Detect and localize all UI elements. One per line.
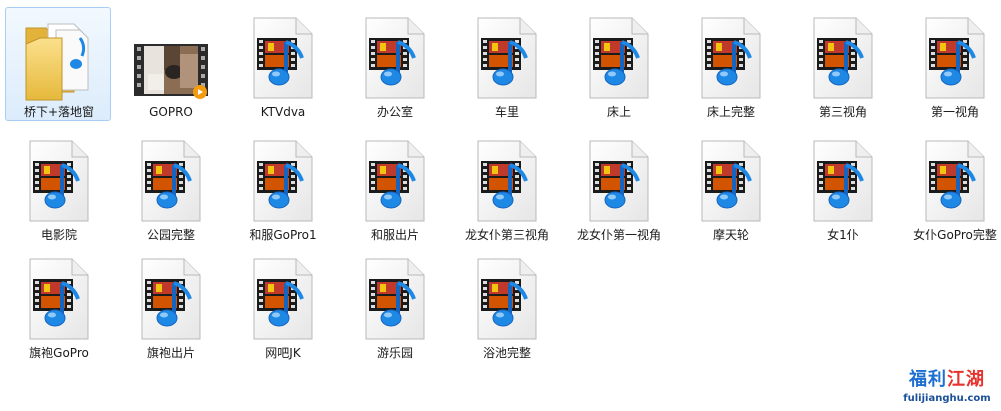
file-name-label: 公园完整	[146, 228, 195, 242]
file-item[interactable]: 摩天轮	[677, 130, 783, 244]
file-item[interactable]: 网吧JK	[229, 248, 335, 362]
folder-item[interactable]: 桥下+落地窗	[5, 7, 111, 121]
file-name-label: 女仆GoPro完整	[913, 228, 997, 242]
file-name-label: 龙女仆第三视角	[464, 228, 549, 242]
file-item[interactable]: 车里	[453, 7, 559, 121]
media-file-icon	[694, 137, 768, 227]
media-file-icon	[358, 14, 432, 104]
file-name-label: 桥下+落地窗	[23, 105, 95, 119]
file-name-label: 车里	[494, 105, 519, 119]
media-file-icon	[246, 255, 320, 345]
file-name-label: GOPRO	[149, 105, 193, 119]
file-item[interactable]: 第三视角	[789, 7, 895, 121]
file-item[interactable]: KTVdva	[229, 7, 335, 121]
file-name-label: 女1仆	[827, 228, 859, 242]
file-item[interactable]: 浴池完整	[453, 248, 559, 362]
file-item[interactable]: GOPRO	[117, 7, 223, 121]
file-name-label: 第三视角	[818, 105, 867, 119]
file-item[interactable]: 公园完整	[117, 130, 223, 244]
file-name-label: 摩天轮	[712, 228, 749, 242]
media-file-icon	[582, 137, 656, 227]
watermark-logo: 福利江湖 fulijianghu.com	[901, 369, 993, 409]
media-file-icon	[246, 137, 320, 227]
video-thumbnail-icon	[134, 14, 208, 104]
media-file-icon	[22, 137, 96, 227]
file-name-label: 电影院	[40, 228, 77, 242]
media-file-icon	[134, 255, 208, 345]
file-name-label: 浴池完整	[482, 346, 531, 360]
file-name-label: KTVdva	[260, 105, 306, 119]
file-name-label: 床上	[606, 105, 631, 119]
file-name-label: 游乐园	[376, 346, 413, 360]
file-name-label: 办公室	[376, 105, 413, 119]
file-item[interactable]: 旗袍GoPro	[5, 248, 111, 362]
file-item[interactable]: 床上完整	[677, 7, 783, 121]
media-file-icon	[22, 255, 96, 345]
media-file-icon	[806, 137, 880, 227]
file-name-label: 和服出片	[370, 228, 419, 242]
watermark-title: 福利江湖	[909, 369, 985, 390]
file-name-label: 床上完整	[706, 105, 755, 119]
watermark-url: fulijianghu.com	[903, 393, 991, 404]
file-name-label: 旗袍出片	[146, 346, 195, 360]
file-item[interactable]: 床上	[565, 7, 671, 121]
file-item[interactable]: 女仆GoPro完整	[901, 130, 1001, 244]
file-item[interactable]: 第一视角	[901, 7, 1001, 121]
file-grid: 桥下+落地窗 GOPRO KTVdva 办公室 车里 床上 床上完整 第三视角 …	[0, 0, 1001, 411]
media-file-icon	[134, 137, 208, 227]
media-file-icon	[918, 14, 992, 104]
file-item[interactable]: 办公室	[341, 7, 447, 121]
file-name-label: 网吧JK	[265, 346, 301, 360]
file-name-label: 旗袍GoPro	[29, 346, 89, 360]
media-file-icon	[470, 137, 544, 227]
file-name-label: 第一视角	[930, 105, 979, 119]
file-item[interactable]: 和服出片	[341, 130, 447, 244]
file-item[interactable]: 龙女仆第一视角	[565, 130, 671, 244]
media-file-icon	[358, 137, 432, 227]
file-item[interactable]: 和服GoPro1	[229, 130, 335, 244]
file-item[interactable]: 旗袍出片	[117, 248, 223, 362]
file-name-label: 龙女仆第一视角	[576, 228, 661, 242]
media-file-icon	[806, 14, 880, 104]
media-file-icon	[582, 14, 656, 104]
media-file-icon	[470, 255, 544, 345]
file-item[interactable]: 游乐园	[341, 248, 447, 362]
media-file-icon	[470, 14, 544, 104]
folder-icon	[22, 14, 96, 104]
file-item[interactable]: 龙女仆第三视角	[453, 130, 559, 244]
file-item[interactable]: 电影院	[5, 130, 111, 244]
media-file-icon	[246, 14, 320, 104]
media-file-icon	[918, 137, 992, 227]
media-file-icon	[358, 255, 432, 345]
file-name-label: 和服GoPro1	[249, 228, 317, 242]
file-item[interactable]: 女1仆	[789, 130, 895, 244]
media-file-icon	[694, 14, 768, 104]
